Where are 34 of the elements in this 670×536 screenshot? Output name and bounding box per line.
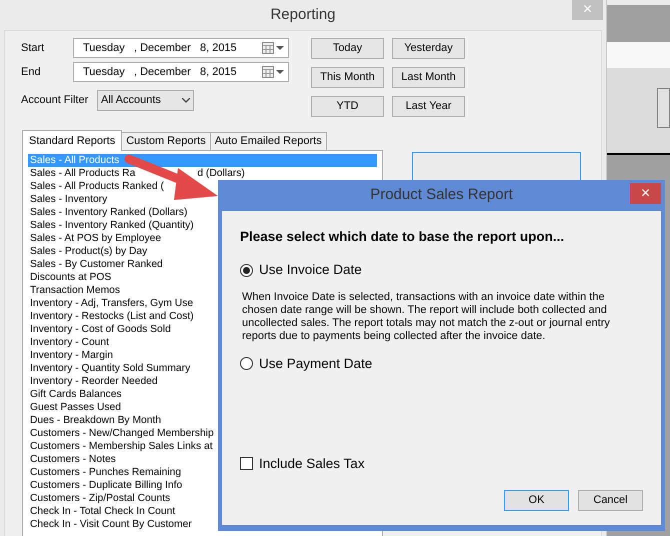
field-label: End [21, 64, 42, 80]
radio-option[interactable]: Use Invoice Date [240, 260, 643, 280]
quick-date-button[interactable]: Last Year [392, 96, 465, 117]
checkbox[interactable] [240, 457, 253, 470]
tab[interactable]: Standard Reports [22, 130, 122, 151]
radio-option[interactable]: Use Payment Date [240, 354, 643, 374]
quick-date-button[interactable]: This Month [311, 67, 384, 88]
dialog-title: Product Sales Report [370, 185, 513, 206]
quick-date-button[interactable]: Today [311, 38, 384, 59]
window-title: Reporting [270, 4, 336, 25]
field-label: Start [21, 40, 46, 56]
chevron-down-icon [182, 98, 190, 103]
radio-button[interactable] [240, 264, 253, 277]
radio-label: Use Invoice Date [259, 261, 362, 280]
quick-date-button[interactable]: Yesterday [392, 38, 465, 59]
tab[interactable]: Auto Emailed Reports [210, 132, 327, 150]
close-button[interactable]: × [630, 183, 661, 204]
radio-button[interactable] [240, 357, 253, 370]
dialog-button[interactable]: Cancel [578, 490, 643, 511]
calendar-icon[interactable] [262, 42, 284, 54]
description-text: When Invoice Date is selected, transactions with an invoice date within the chosen date range will be shown. The report will include both collected and uncollected sales. The report totals may not match the z-out or journal entry reports due to payments being collected after the invoice date. [241, 290, 611, 342]
field-label: Account Filter [21, 93, 90, 108]
quick-date-button[interactable]: Last Month [392, 67, 465, 88]
date-picker[interactable]: Tuesday , December 8, 2015 [73, 62, 289, 82]
dialog-button[interactable]: OK [504, 490, 569, 511]
quick-date-button[interactable]: YTD [311, 96, 384, 117]
checkbox-label: Include Sales Tax [259, 454, 365, 473]
account-filter-dropdown[interactable]: All Accounts [97, 90, 194, 111]
date-picker[interactable]: Tuesday , December 8, 2015 [73, 38, 289, 58]
report-list-item-text: d (Dollars) [197, 167, 245, 180]
report-list-item[interactable]: Sales - All Products Ra [28, 167, 136, 180]
dialog-heading: Please select which date to base the report upon... [240, 228, 566, 246]
calendar-icon[interactable] [262, 66, 284, 78]
radio-label: Use Payment Date [259, 354, 372, 373]
